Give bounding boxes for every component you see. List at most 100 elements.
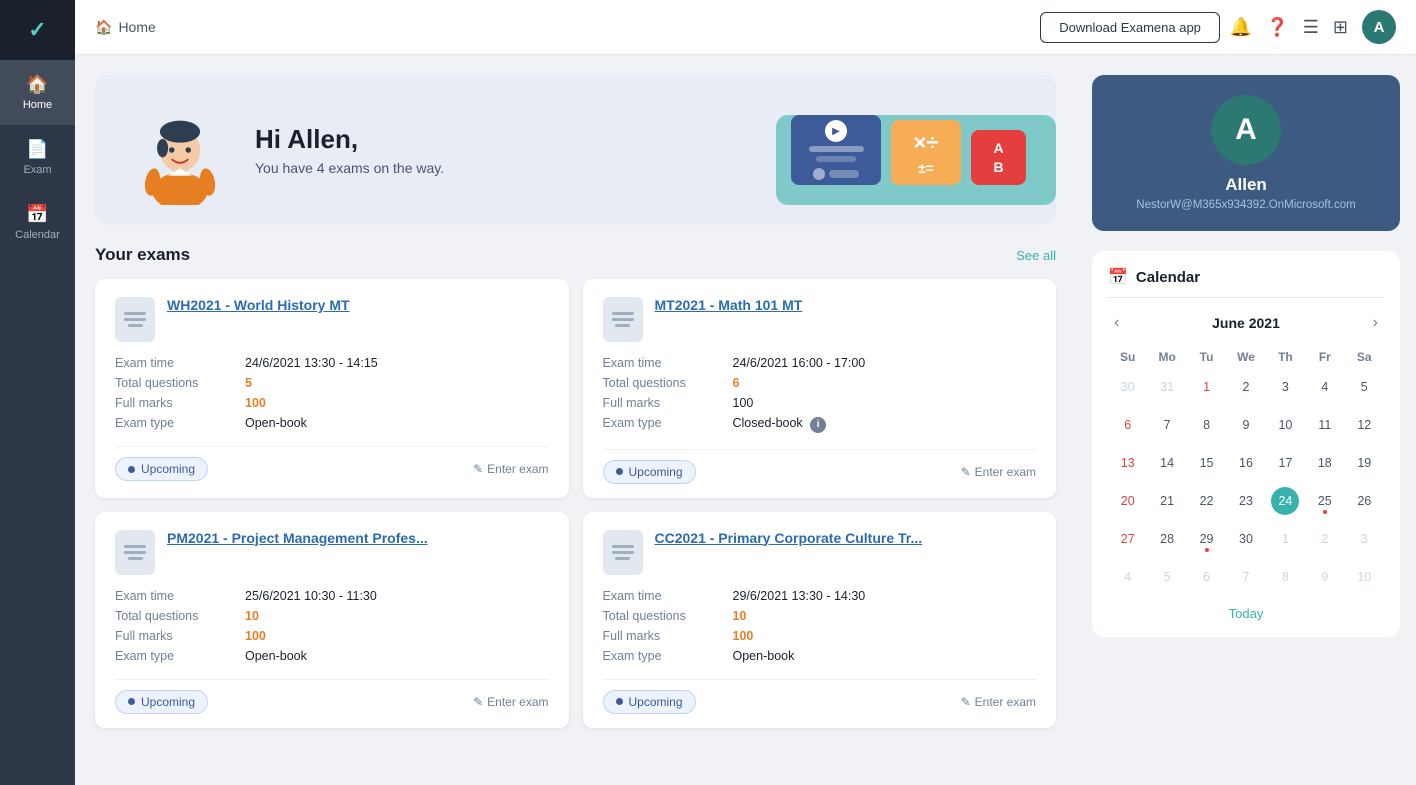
calendar-day[interactable]: 21 <box>1147 482 1186 520</box>
calendar-day[interactable]: 30 <box>1226 520 1265 558</box>
doc-line1 <box>612 545 634 548</box>
upcoming-badge-mt: Upcoming <box>603 460 696 484</box>
enter-label-mt: Enter exam <box>975 465 1036 479</box>
calendar-day[interactable]: 7 <box>1226 558 1265 596</box>
enter-icon-pm: ✎ <box>473 695 483 709</box>
today-link[interactable]: Today <box>1108 606 1384 621</box>
calendar-day[interactable]: 23 <box>1226 482 1265 520</box>
calendar-day[interactable]: 1 <box>1187 368 1226 406</box>
sidebar-item-calendar[interactable]: 📅 Calendar <box>0 190 75 255</box>
banner-text: Hi Allen, You have 4 exams on the way. <box>255 124 444 176</box>
sidebar-item-exam[interactable]: 📄 Exam <box>0 125 75 190</box>
calendar-day[interactable]: 9 <box>1305 558 1344 596</box>
play-icon: ▶ <box>825 120 847 142</box>
calendar-day[interactable]: 15 <box>1187 444 1226 482</box>
user-avatar[interactable]: A <box>1362 10 1396 44</box>
calendar-day[interactable]: 14 <box>1147 444 1186 482</box>
calendar-day[interactable]: 18 <box>1305 444 1344 482</box>
exam-details-mt2021: Exam time 24/6/2021 16:00 - 17:00 Total … <box>603 356 1037 433</box>
prev-month-button[interactable]: ‹ <box>1108 312 1125 334</box>
help-icon[interactable]: ❓ <box>1266 17 1288 38</box>
download-app-button[interactable]: Download Examena app <box>1040 12 1220 43</box>
enter-exam-link-mt2021[interactable]: ✎ Enter exam <box>961 465 1036 479</box>
day-header-mo: Mo <box>1147 346 1186 368</box>
enter-label: Enter exam <box>487 462 548 476</box>
calendar-day[interactable]: 17 <box>1266 444 1305 482</box>
calendar-day[interactable]: 5 <box>1147 558 1186 596</box>
total-q-label-pm: Total questions <box>115 609 245 623</box>
exam-card-cc2021: CC2021 - Primary Corporate Culture Tr...… <box>583 512 1057 728</box>
calendar-day[interactable]: 30 <box>1108 368 1147 406</box>
calendar-day[interactable]: 11 <box>1305 406 1344 444</box>
calendar-day[interactable]: 8 <box>1187 406 1226 444</box>
calendar-day[interactable]: 3 <box>1266 368 1305 406</box>
info-icon: i <box>810 417 826 433</box>
calendar-day[interactable]: 22 <box>1187 482 1226 520</box>
exam-time-value-mt: 24/6/2021 16:00 - 17:00 <box>733 356 1037 370</box>
calendar-day[interactable]: 27 <box>1108 520 1147 558</box>
calendar-day[interactable]: 29 <box>1187 520 1226 558</box>
calendar-section-icon: 📅 <box>1108 267 1128 287</box>
calendar-day[interactable]: 8 <box>1266 558 1305 596</box>
calendar-day[interactable]: 26 <box>1345 482 1384 520</box>
calendar-day[interactable]: 3 <box>1345 520 1384 558</box>
calendar-day[interactable]: 5 <box>1345 368 1384 406</box>
topbar-icons: 🔔 ❓ ☰ ⊞ A <box>1230 10 1396 44</box>
calendar-day[interactable]: 6 <box>1187 558 1226 596</box>
see-all-link[interactable]: See all <box>1016 248 1056 263</box>
exam-details-cc2021: Exam time 29/6/2021 13:30 - 14:30 Total … <box>603 589 1037 663</box>
calendar-day[interactable]: 20 <box>1108 482 1147 520</box>
calendar-day[interactable]: 6 <box>1108 406 1147 444</box>
calendar-day[interactable]: 25 <box>1305 482 1344 520</box>
calendar-day[interactable]: 4 <box>1108 558 1147 596</box>
calendar-day[interactable]: 16 <box>1226 444 1265 482</box>
grid-icon[interactable]: ⊞ <box>1333 17 1348 38</box>
calendar-day[interactable]: 24 <box>1266 482 1305 520</box>
next-month-button[interactable]: › <box>1367 312 1384 334</box>
calendar-day[interactable]: 12 <box>1345 406 1384 444</box>
calendar-day[interactable]: 10 <box>1345 558 1384 596</box>
exam-card-footer-cc2021: Upcoming ✎ Enter exam <box>603 679 1037 714</box>
exam-time-label-cc: Exam time <box>603 589 733 603</box>
doc-line2 <box>124 551 146 554</box>
upcoming-badge: Upcoming <box>115 457 208 481</box>
app-logo: ✓ <box>0 0 75 60</box>
calendar-day[interactable]: 19 <box>1345 444 1384 482</box>
home-icon: 🏠 <box>26 74 48 95</box>
exam-card-mt2021: MT2021 - Math 101 MT Exam time 24/6/2021… <box>583 279 1057 498</box>
badge-dot-pm <box>128 698 135 705</box>
calendar-day[interactable]: 9 <box>1226 406 1265 444</box>
exam-card-footer-mt2021: Upcoming ✎ Enter exam <box>603 449 1037 484</box>
enter-exam-link-cc2021[interactable]: ✎ Enter exam <box>961 695 1036 709</box>
calendar-section: 📅 Calendar ‹ June 2021 › Su Mo Tu We Th … <box>1092 251 1400 637</box>
topbar: 🏠 Home Download Examena app 🔔 ❓ ☰ ⊞ A <box>75 0 1416 55</box>
calendar-day[interactable]: 13 <box>1108 444 1147 482</box>
enter-label-cc: Enter exam <box>975 695 1036 709</box>
exam-title-mt2021[interactable]: MT2021 - Math 101 MT <box>655 297 803 313</box>
calendar-day[interactable]: 7 <box>1147 406 1186 444</box>
enter-exam-link-wh2021[interactable]: ✎ Enter exam <box>473 462 548 476</box>
badge-dot-cc <box>616 698 623 705</box>
exam-title-wh2021[interactable]: WH2021 - World History MT <box>167 297 350 313</box>
total-q-label-cc: Total questions <box>603 609 733 623</box>
calendar-day[interactable]: 31 <box>1147 368 1186 406</box>
calendar-day[interactable]: 1 <box>1266 520 1305 558</box>
enter-exam-link-pm2021[interactable]: ✎ Enter exam <box>473 695 548 709</box>
profile-name: Allen <box>1225 175 1267 195</box>
exam-title-pm2021[interactable]: PM2021 - Project Management Profes... <box>167 530 428 546</box>
subtitle-text: You have 4 exams on the way. <box>255 160 444 176</box>
day-header-tu: Tu <box>1187 346 1226 368</box>
full-marks-label-cc: Full marks <box>603 629 733 643</box>
sidebar: ✓ 🏠 Home 📄 Exam 📅 Calendar <box>0 0 75 785</box>
doc-line3 <box>615 324 630 327</box>
sidebar-item-home[interactable]: 🏠 Home <box>0 60 75 125</box>
calendar-day[interactable]: 2 <box>1226 368 1265 406</box>
calendar-day[interactable]: 4 <box>1305 368 1344 406</box>
calendar-day[interactable]: 28 <box>1147 520 1186 558</box>
notifications-icon[interactable]: 🔔 <box>1230 17 1252 38</box>
calendar-day[interactable]: 10 <box>1266 406 1305 444</box>
calendar-day[interactable]: 2 <box>1305 520 1344 558</box>
doc-line2 <box>612 318 634 321</box>
list-icon[interactable]: ☰ <box>1303 17 1319 38</box>
exam-title-cc2021[interactable]: CC2021 - Primary Corporate Culture Tr... <box>655 530 923 546</box>
